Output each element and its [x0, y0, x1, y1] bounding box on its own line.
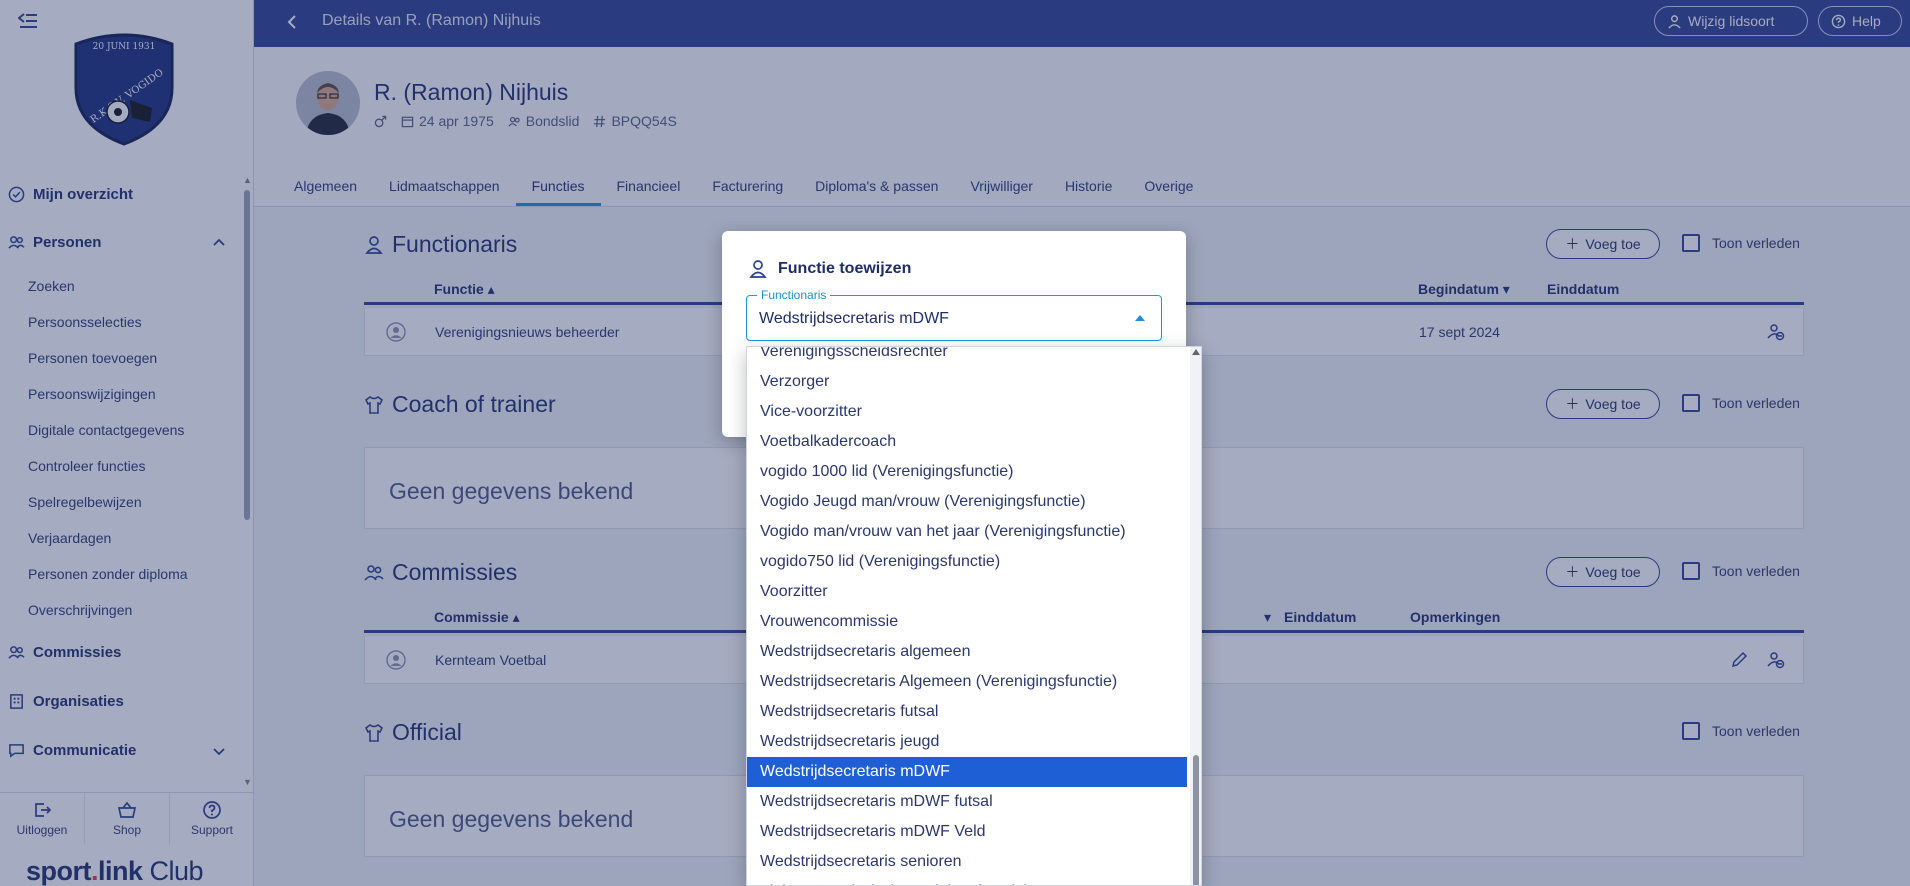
dropdown-option[interactable]: Wedstrijdsecretaris Algemeen (Vereniging… [747, 667, 1187, 697]
dropdown-option[interactable]: Wedstrijdsecretaris senioren [747, 847, 1187, 877]
dropdown-option[interactable]: Ziekencommissie (Verenigingsfunctie) [747, 877, 1187, 885]
dropdown-option[interactable]: Vogido Jeugd man/vrouw (Verenigingsfunct… [747, 487, 1187, 517]
dropdown-option[interactable]: vogido 1000 lid (Verenigingsfunctie) [747, 457, 1187, 487]
functionaris-select[interactable]: Functionaris Wedstrijdsecretaris mDWF [746, 288, 1162, 341]
dropdown-option[interactable]: Wedstrijdsecretaris futsal [747, 697, 1187, 727]
dropdown-option[interactable]: Vice-voorzitter [747, 397, 1187, 427]
dropdown-option[interactable]: Verenigingsscheidsrechter [747, 347, 1187, 367]
caret-up-icon[interactable] [1135, 315, 1145, 321]
dropdown-option[interactable]: vogido750 lid (Verenigingsfunctie) [747, 547, 1187, 577]
dropdown-option[interactable]: Vrouwencommissie [747, 607, 1187, 637]
dropdown-option[interactable]: Verzorger [747, 367, 1187, 397]
person-badge-icon [749, 260, 767, 278]
dropdown-option[interactable]: Wedstrijdsecretaris jeugd [747, 727, 1187, 757]
scroll-up-icon[interactable] [1192, 349, 1200, 355]
dropdown-option[interactable]: Voorzitter [747, 577, 1187, 607]
dropdown-option[interactable]: Wedstrijdsecretaris mDWF Veld [747, 817, 1187, 847]
scrollbar-thumb[interactable] [1193, 755, 1199, 885]
dropdown-option[interactable]: Wedstrijdsecretaris mDWF futsal [747, 787, 1187, 817]
select-label: Functionaris [757, 288, 831, 302]
dropdown-option-selected[interactable]: Wedstrijdsecretaris mDWF [747, 757, 1187, 787]
dropdown-option[interactable]: Wedstrijdsecretaris algemeen [747, 637, 1187, 667]
functionaris-dropdown-list[interactable]: Verenigingsscheidsrechter Verzorger Vice… [746, 346, 1202, 886]
dialog-title-text: Functie toewijzen [778, 260, 912, 277]
dropdown-option[interactable]: Vogido man/vrouw van het jaar (Verenigin… [747, 517, 1187, 547]
dropdown-scrollbar[interactable] [1190, 347, 1201, 885]
dropdown-option[interactable]: Voetbalkadercoach [747, 427, 1187, 457]
select-value: Wedstrijdsecretaris mDWF [759, 310, 949, 327]
dialog-title: Functie toewijzen [748, 259, 911, 279]
